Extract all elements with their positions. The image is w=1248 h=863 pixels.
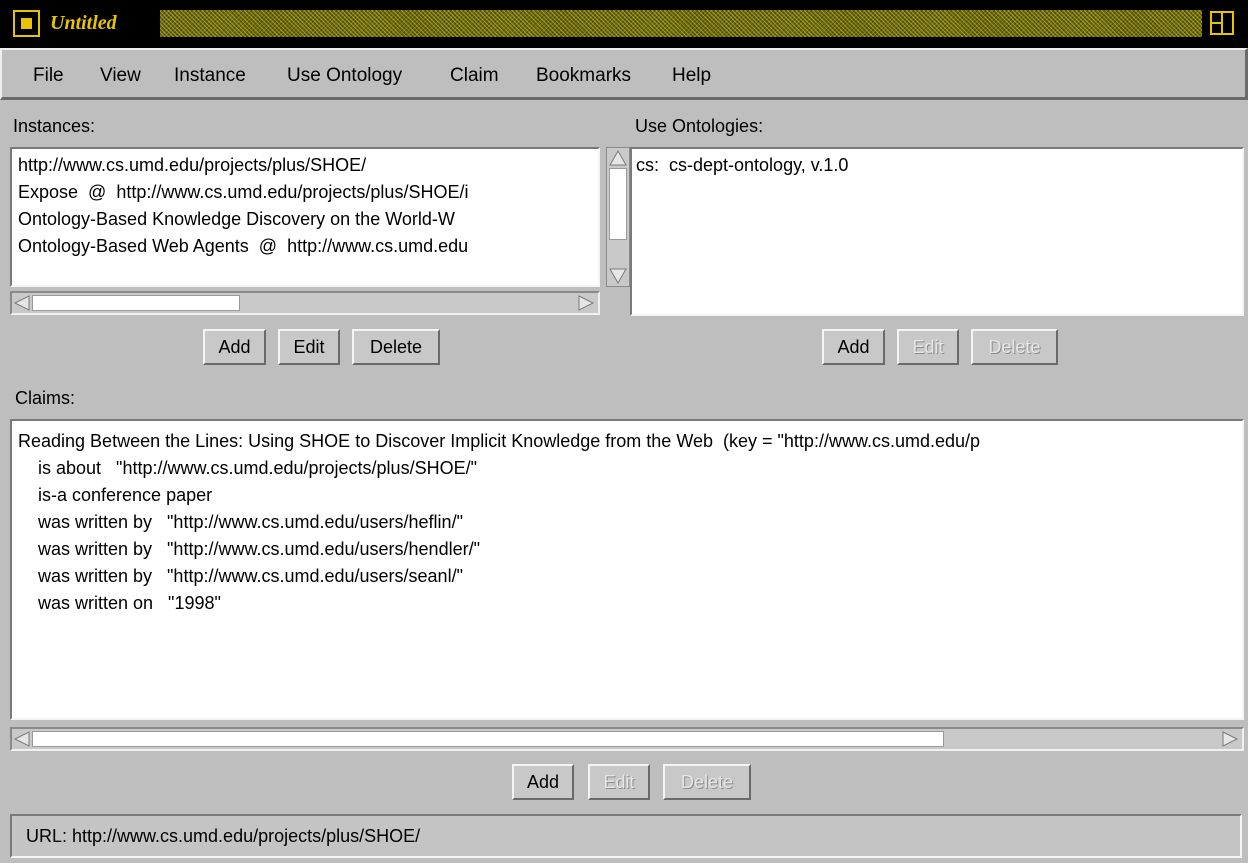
menu-bar: File View Instance Use Ontology Claim Bo…	[0, 48, 1248, 100]
instances-label: Instances:	[13, 116, 96, 136]
scroll-left-icon[interactable]	[13, 294, 31, 312]
scroll-right-icon[interactable]	[1221, 730, 1239, 748]
scroll-thumb[interactable]	[32, 731, 944, 747]
ontologies-list[interactable]: cs: cs-dept-ontology, v.1.0	[630, 147, 1244, 316]
claim-add-button[interactable]: Add	[512, 764, 574, 800]
claim-delete-button: Delete	[663, 764, 751, 800]
instance-add-button[interactable]: Add	[203, 329, 266, 365]
list-item[interactable]: Ontology-Based Web Agents @ http://www.c…	[18, 235, 468, 257]
list-item[interactable]: cs: cs-dept-ontology, v.1.0	[636, 154, 848, 176]
claims-horizontal-scrollbar[interactable]	[10, 727, 1244, 751]
claim-line: is about "http://www.cs.umd.edu/projects…	[18, 458, 477, 478]
scroll-left-icon[interactable]	[13, 730, 31, 748]
menu-file[interactable]: File	[33, 65, 64, 87]
claims-label: Claims:	[15, 388, 76, 408]
window-menu-icon[interactable]	[13, 10, 40, 37]
claim-edit-button: Edit	[588, 764, 650, 800]
title-bar[interactable]: Untitled	[0, 0, 1248, 48]
menu-help[interactable]: Help	[672, 65, 711, 87]
menu-instance[interactable]: Instance	[174, 65, 246, 87]
scroll-right-icon[interactable]	[577, 294, 595, 312]
status-url: URL: http://www.cs.umd.edu/projects/plus…	[26, 826, 421, 846]
menu-view[interactable]: View	[100, 65, 141, 87]
menu-bookmarks[interactable]: Bookmarks	[536, 65, 631, 87]
claims-list[interactable]: Reading Between the Lines: Using SHOE to…	[10, 419, 1244, 720]
ontology-edit-button: Edit	[897, 329, 959, 365]
ontology-delete-button: Delete	[971, 329, 1058, 365]
status-bar: URL: http://www.cs.umd.edu/projects/plus…	[10, 814, 1242, 858]
scroll-up-icon[interactable]	[608, 149, 628, 167]
menu-use-ontology[interactable]: Use Ontology	[287, 65, 402, 87]
list-item[interactable]: http://www.cs.umd.edu/projects/plus/SHOE…	[18, 154, 366, 176]
instance-delete-button[interactable]: Delete	[352, 329, 440, 365]
claim-line: Reading Between the Lines: Using SHOE to…	[18, 431, 981, 451]
claim-line: was written by "http://www.cs.umd.edu/us…	[18, 539, 480, 559]
claim-line: was written on "1998"	[18, 593, 221, 613]
scroll-down-icon[interactable]	[608, 267, 628, 285]
ontologies-label: Use Ontologies:	[635, 116, 764, 136]
list-item[interactable]: Ontology-Based Knowledge Discovery on th…	[18, 208, 455, 230]
scroll-thumb[interactable]	[32, 295, 240, 311]
claim-line: was written by "http://www.cs.umd.edu/us…	[18, 566, 463, 586]
claim-line: is-a conference paper	[18, 485, 213, 505]
maximize-icon[interactable]	[1208, 10, 1236, 37]
instance-edit-button[interactable]: Edit	[278, 329, 340, 365]
ontology-add-button[interactable]: Add	[822, 329, 885, 365]
instances-horizontal-scrollbar[interactable]	[10, 291, 600, 315]
window-title: Untitled	[50, 12, 117, 34]
instances-vertical-scrollbar[interactable]	[606, 147, 630, 287]
scroll-thumb[interactable]	[609, 168, 627, 240]
list-item[interactable]: Expose @ http://www.cs.umd.edu/projects/…	[18, 181, 468, 203]
claim-line: was written by "http://www.cs.umd.edu/us…	[18, 512, 463, 532]
menu-claim[interactable]: Claim	[450, 65, 499, 87]
instances-list[interactable]: http://www.cs.umd.edu/projects/plus/SHOE…	[10, 147, 600, 287]
title-bar-pattern	[160, 10, 1202, 37]
